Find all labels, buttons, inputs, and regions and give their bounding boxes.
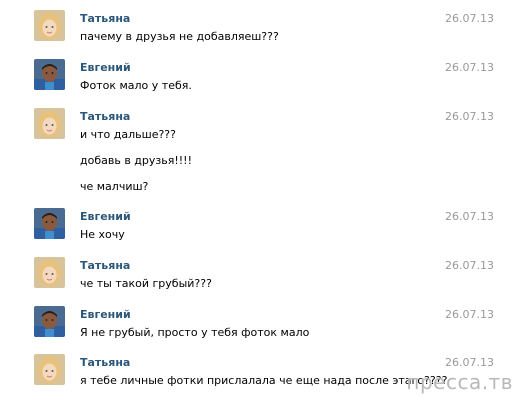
avatar-evgeny[interactable] [34, 208, 65, 239]
message-date[interactable]: 26.07.13 [445, 356, 494, 369]
avatar-evgeny[interactable] [34, 59, 65, 90]
message-text: Фоток мало у тебя. [80, 79, 192, 92]
message-date[interactable]: 26.07.13 [445, 210, 494, 223]
message-text: че ты такой грубый??? [80, 277, 212, 290]
author-name[interactable]: Евгений [80, 210, 131, 223]
message-text: Я не грубый, просто у тебя фоток мало [80, 326, 310, 339]
message-date[interactable]: 26.07.13 [445, 61, 494, 74]
author-name[interactable]: Татьяна [80, 356, 130, 369]
message-text: я тебе личные фотки прислалала че еще на… [80, 374, 448, 387]
message-text: и что дальше??? [80, 128, 176, 141]
message-date[interactable]: 26.07.13 [445, 259, 494, 272]
avatar-tatiana[interactable] [34, 354, 65, 385]
site-watermark: пресса.тв [406, 370, 513, 394]
message-text: добавь в друзья!!!! [80, 154, 192, 167]
message-date[interactable]: 26.07.13 [445, 308, 494, 321]
avatar-tatiana[interactable] [34, 108, 65, 139]
author-name[interactable]: Евгений [80, 308, 131, 321]
avatar-evgeny[interactable] [34, 306, 65, 337]
message-text: Не хочу [80, 228, 125, 241]
message-text: че малчиш? [80, 180, 149, 193]
author-name[interactable]: Татьяна [80, 259, 130, 272]
author-name[interactable]: Татьяна [80, 110, 130, 123]
author-name[interactable]: Евгений [80, 61, 131, 74]
author-name[interactable]: Татьяна [80, 12, 130, 25]
message-date[interactable]: 26.07.13 [445, 110, 494, 123]
avatar-tatiana[interactable] [34, 10, 65, 41]
message-text: пачему в друзья не добавляеш??? [80, 30, 279, 43]
avatar-tatiana[interactable] [34, 257, 65, 288]
message-date[interactable]: 26.07.13 [445, 12, 494, 25]
